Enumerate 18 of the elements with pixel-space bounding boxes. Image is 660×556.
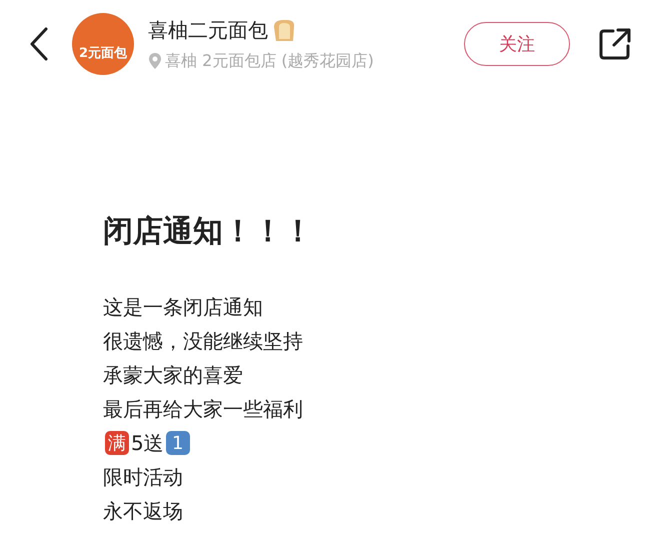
avatar[interactable]: 2元面包 bbox=[72, 13, 134, 75]
location-pin-icon bbox=[148, 52, 162, 70]
bread-icon bbox=[271, 17, 297, 43]
share-icon[interactable] bbox=[598, 27, 632, 61]
post-title: 闭店通知！！！ bbox=[103, 214, 314, 250]
avatar-logo-text: 2元面包 bbox=[78, 44, 128, 62]
follow-button[interactable]: 关注 bbox=[464, 22, 570, 66]
emoji-badge: 满 bbox=[105, 431, 129, 455]
post-text: 5送 bbox=[131, 430, 164, 457]
post-text: 承蒙大家的喜爱 bbox=[103, 362, 243, 389]
account-name[interactable]: 喜柚二元面包 bbox=[148, 15, 268, 45]
post-text: 最后再给大家一些福利 bbox=[103, 396, 303, 423]
post-text: 限时活动 bbox=[103, 464, 183, 491]
post-text: 永不返场 bbox=[103, 498, 183, 525]
post-text: 这是一条闭店通知 bbox=[103, 294, 263, 321]
back-icon[interactable] bbox=[28, 26, 50, 62]
emoji-badge: 1 bbox=[166, 431, 190, 455]
post-text: 很遗憾，没能继续坚持 bbox=[103, 328, 303, 355]
